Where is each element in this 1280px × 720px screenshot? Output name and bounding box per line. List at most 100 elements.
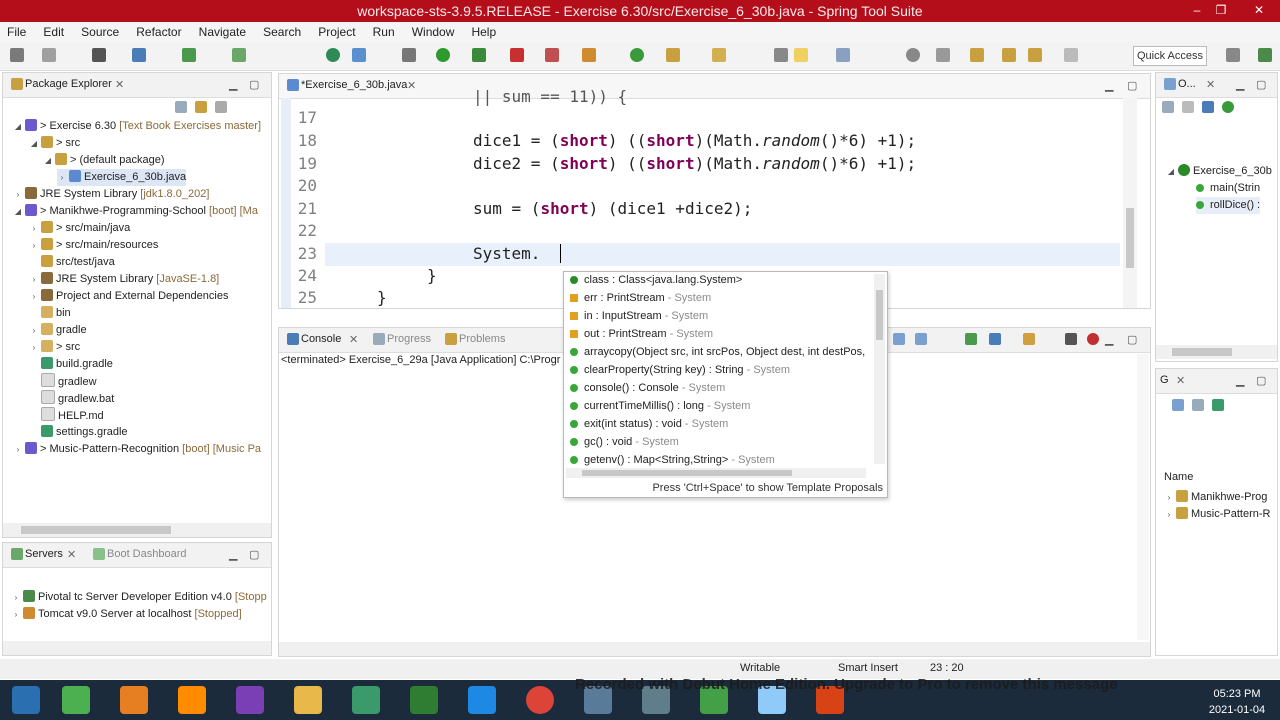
menu-navigate[interactable]: Navigate (192, 22, 253, 40)
proposal-item[interactable]: clearProperty(String key) : String - Sys… (570, 362, 790, 379)
close-icon[interactable]: ✕ (115, 78, 124, 91)
console-vscroll[interactable] (1137, 354, 1149, 640)
terminate-icon[interactable] (1087, 333, 1099, 345)
code-line[interactable]: dice2 = (short) ((short)(Math.random()*6… (473, 154, 916, 173)
tree-item-help-md[interactable]: HELP.md (29, 407, 104, 424)
outline-item-class[interactable]: ◢ Exercise_6_30b (1166, 163, 1272, 180)
toggle-icon[interactable] (352, 48, 366, 62)
maximize-icon[interactable]: ▢ (249, 548, 259, 561)
tree-item-gradlew-bat[interactable]: gradlew.bat (29, 390, 114, 407)
view-menu-icon[interactable] (215, 101, 228, 113)
menu-refactor[interactable]: Refactor (129, 22, 188, 40)
tab-boot-dashboard[interactable]: Boot Dashboard (107, 548, 187, 560)
tree-item-src-2[interactable]: › > src (29, 339, 80, 356)
highlight-icon[interactable] (794, 48, 808, 62)
close-icon[interactable]: ✕ (1206, 78, 1215, 91)
spring-icon[interactable] (182, 48, 196, 62)
back-icon[interactable] (1002, 48, 1016, 62)
code-line[interactable]: } (377, 288, 387, 307)
gradle-tasks-icon[interactable] (1212, 399, 1225, 411)
maximize-icon[interactable]: ▢ (1127, 333, 1137, 346)
tree-item-settings-gradle[interactable]: settings.gradle (29, 424, 128, 441)
close-icon[interactable]: ✕ (349, 333, 358, 346)
maximize-icon[interactable]: ▢ (249, 78, 259, 91)
view-menu-icon[interactable] (1065, 333, 1077, 345)
proposal-item[interactable]: console() : Console - System (570, 380, 725, 397)
servers-scrollbar[interactable] (3, 641, 271, 655)
annotation-icon[interactable] (774, 48, 788, 62)
debug-icon[interactable] (402, 48, 416, 62)
proposal-item[interactable]: out : PrintStream - System (570, 326, 713, 343)
refresh-icon[interactable] (1172, 399, 1184, 411)
hide-static-icon[interactable] (1202, 101, 1215, 113)
maximize-icon[interactable]: ▢ (1127, 79, 1137, 92)
tab-problems[interactable]: Problems (459, 333, 505, 345)
minimize-icon[interactable]: ▁ (1105, 333, 1113, 346)
menu-edit[interactable]: Edit (36, 22, 71, 40)
proposal-item[interactable]: getenv() : Map<String,String> - System (570, 452, 775, 469)
menu-help[interactable]: Help (464, 22, 503, 40)
open-type-icon[interactable] (666, 48, 680, 62)
media-player-icon[interactable] (120, 686, 148, 714)
visual-studio-icon[interactable] (236, 686, 264, 714)
tree-item-bin[interactable]: bin (29, 305, 71, 322)
outline-hscroll[interactable] (1156, 345, 1277, 359)
pin-icon[interactable] (936, 48, 950, 62)
word-wrap-icon[interactable] (915, 333, 927, 345)
code-line[interactable]: dice1 = (short) ((short)(Math.random()*6… (473, 131, 916, 150)
outline-item-main[interactable]: main(Strin (1196, 180, 1260, 197)
collapse-all-icon[interactable] (175, 101, 187, 113)
display-console-icon[interactable] (989, 333, 1001, 345)
proposal-item[interactable]: gc() : void - System (570, 434, 679, 451)
menu-window[interactable]: Window (405, 22, 462, 40)
open-perspective-icon[interactable] (1226, 48, 1240, 62)
tab-servers[interactable]: Servers (25, 548, 63, 560)
tree-item-jre-library[interactable]: › JRE System Library [jdk1.8.0_202] (13, 186, 209, 203)
close-button[interactable]: ✕ (1244, 2, 1274, 18)
tab-package-explorer[interactable]: Package Explorer (25, 78, 112, 90)
proposal-item[interactable]: arraycopy(Object src, int srcPos, Object… (570, 344, 865, 361)
collapse-icon[interactable] (1192, 399, 1205, 411)
server-item-tomcat[interactable]: › Tomcat v9.0 Server at localhost [Stoppe… (11, 606, 242, 623)
xampp-icon[interactable] (468, 686, 496, 714)
tree-item-build-gradle[interactable]: build.gradle (29, 356, 113, 373)
next-annotation-icon[interactable] (970, 48, 984, 62)
new-class-icon[interactable] (630, 48, 644, 62)
console-hscroll[interactable] (279, 642, 1150, 656)
tree-item-src-test-java[interactable]: src/test/java (29, 254, 115, 271)
menu-file[interactable]: File (0, 22, 33, 40)
minimize-icon[interactable]: ▁ (1105, 79, 1113, 92)
tab-progress[interactable]: Progress (387, 333, 431, 345)
tree-item-exercise-6-30[interactable]: ◢ > Exercise 6.30 [Text Book Exercises ma… (13, 118, 261, 135)
open-console-icon[interactable] (1023, 333, 1035, 345)
code-line-current[interactable]: System. (473, 244, 540, 263)
tree-item-default-package[interactable]: ◢ > (default package) (43, 152, 164, 169)
start-server-icon[interactable] (326, 48, 340, 62)
forward-icon[interactable] (1028, 48, 1042, 62)
proposal-item[interactable]: currentTimeMillis() : long - System (570, 398, 750, 415)
close-icon[interactable]: ✕ (67, 548, 76, 561)
minimize-icon[interactable]: ▁ (229, 548, 237, 561)
menu-source[interactable]: Source (74, 22, 126, 40)
tree-item-src-main-java[interactable]: › > src/main/java (29, 220, 130, 237)
tree-item-manikhwe[interactable]: ◢ > Manikhwe-Programming-School [boot] [M… (13, 203, 258, 220)
menu-run[interactable]: Run (366, 22, 402, 40)
vlc-icon[interactable] (178, 686, 206, 714)
sort-icon[interactable] (1162, 101, 1174, 113)
proposal-item[interactable]: class : Class<java.lang.System> (570, 272, 742, 289)
code-line[interactable]: } (427, 266, 437, 285)
run-icon[interactable] (436, 48, 450, 62)
menu-search[interactable]: Search (256, 22, 308, 40)
outline-item-rolldice[interactable]: rollDice() : (1196, 197, 1261, 214)
quick-access-input[interactable]: Quick Access (1133, 46, 1207, 66)
start-icon[interactable] (12, 686, 40, 714)
link-editor-icon[interactable] (195, 101, 208, 113)
coverage-icon[interactable] (472, 48, 486, 62)
spring-tool-suite-icon[interactable] (62, 686, 90, 714)
proposal-item[interactable]: err : PrintStream - System (570, 290, 711, 307)
close-icon[interactable]: ✕ (407, 79, 416, 92)
chrome-icon[interactable] (526, 686, 554, 714)
maximize-icon[interactable]: ▢ (1256, 374, 1266, 387)
spreadsheet-icon[interactable] (410, 686, 438, 714)
server-item-pivotal[interactable]: › Pivotal tc Server Developer Edition v4.… (11, 589, 267, 606)
